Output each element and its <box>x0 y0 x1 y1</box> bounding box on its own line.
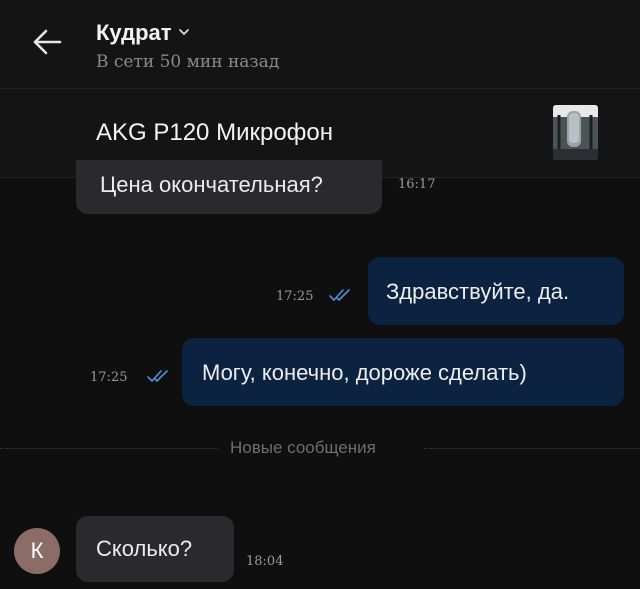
listing-thumbnail[interactable] <box>553 105 598 160</box>
back-arrow-icon[interactable] <box>30 26 66 58</box>
divider-line <box>424 448 640 449</box>
avatar[interactable]: К <box>14 528 60 574</box>
chat-header: Кудрат В сети 50 мин назад <box>0 0 640 88</box>
message-incoming: Сколько? <box>76 516 234 582</box>
divider-label: Новые сообщения <box>230 438 376 457</box>
read-ticks-icon <box>328 288 354 302</box>
message-outgoing: Здравствуйте, да. <box>368 257 624 325</box>
message-time: 17:25 <box>90 370 128 385</box>
message-text: Сколько? <box>96 536 193 561</box>
chat-screen: Кудрат В сети 50 мин назад AKG P120 Микр… <box>0 0 640 589</box>
message-text: Могу, конечно, дороже сделать) <box>202 360 527 385</box>
chevron-down-icon <box>178 18 190 36</box>
message-incoming: Цена окончательная? 16:17 <box>76 160 435 214</box>
message-outgoing: Могу, конечно, дороже сделать) <box>182 338 624 406</box>
listing-title: AKG P120 Микрофон <box>96 119 334 146</box>
contact-name: Кудрат <box>96 20 172 45</box>
message-time: 17:25 <box>276 289 314 304</box>
read-ticks-icon <box>146 369 172 383</box>
message-time: 16:17 <box>398 177 436 192</box>
divider-line <box>0 448 218 449</box>
contact-name-button[interactable]: Кудрат <box>96 18 190 46</box>
new-messages-divider: Новые сообщения <box>0 432 640 462</box>
message-text: Здравствуйте, да. <box>386 279 570 304</box>
message-time: 18:04 <box>246 554 284 569</box>
message-text: Цена окончательная? <box>100 172 323 197</box>
online-status: В сети 50 мин назад <box>96 52 280 72</box>
